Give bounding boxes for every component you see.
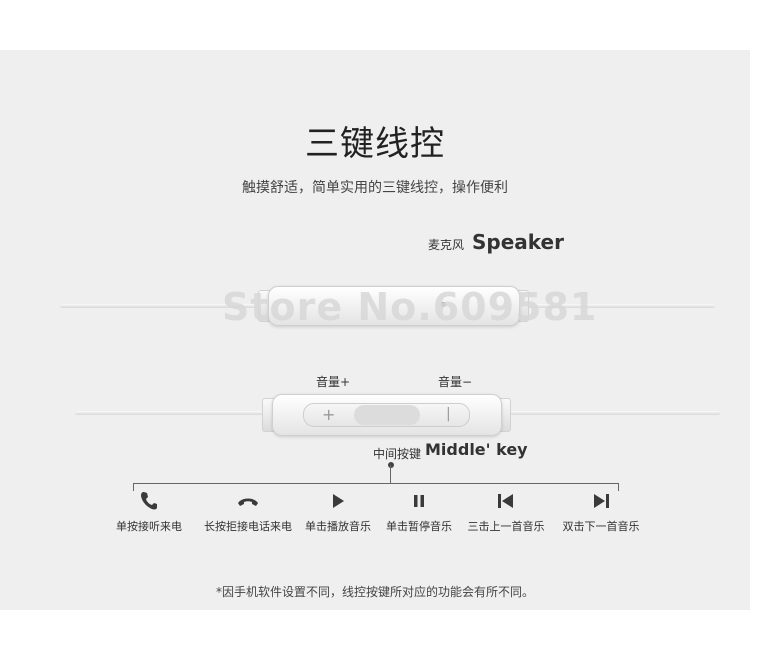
- function-label: 长按拒接电话来电: [204, 520, 292, 533]
- volume-up-button[interactable]: +: [322, 405, 335, 424]
- hang-up-icon: [198, 491, 298, 511]
- function-label: 双击下一首音乐: [562, 520, 640, 533]
- middle-key-pointer-line: [390, 465, 391, 483]
- phone-icon: [99, 491, 199, 511]
- middle-key-label-en: Middle' key: [425, 440, 528, 459]
- page-subtitle: 触摸舒适，简单实用的三键线控，操作便利: [242, 180, 508, 196]
- function-previous-track: 三击上一首音乐: [456, 491, 556, 534]
- function-answer-call: 单按接听来电: [99, 491, 199, 534]
- middle-key-button[interactable]: [354, 405, 420, 425]
- function-reject-call: 长按拒接电话来电: [198, 491, 298, 534]
- content-panel: 三键线控 触摸舒适，简单实用的三键线控，操作便利 麦克风 Speaker Sto…: [0, 50, 750, 610]
- function-timeline: [133, 483, 619, 484]
- volume-rocker[interactable]: + |: [303, 403, 470, 427]
- middle-key-label-cn: 中间按键: [373, 447, 422, 461]
- store-watermark: Store No.609581: [222, 285, 598, 329]
- middle-key-pointer-dot: [388, 462, 394, 468]
- lower-cable-left: [75, 411, 275, 415]
- page-title: 三键线控: [305, 124, 445, 164]
- speaker-label-cn: 麦克风: [428, 238, 465, 252]
- previous-track-icon: [456, 491, 556, 511]
- pause-icon: [369, 491, 469, 511]
- timeline-end-right: [618, 483, 619, 491]
- volume-down-label: 音量−: [438, 375, 473, 389]
- footnote: *因手机软件设置不同，线控按键所对应的功能会有所不同。: [215, 585, 534, 599]
- speaker-label-en: Speaker: [472, 230, 564, 254]
- next-track-icon: [551, 491, 651, 511]
- function-label: 单击暂停音乐: [386, 520, 452, 533]
- function-label: 三击上一首音乐: [467, 520, 545, 533]
- function-label: 单按接听来电: [116, 520, 182, 533]
- function-pause: 单击暂停音乐: [369, 491, 469, 534]
- timeline-end-left: [133, 483, 134, 491]
- volume-down-button[interactable]: |: [446, 406, 451, 422]
- function-next-track: 双击下一首音乐: [551, 491, 651, 534]
- lower-cable-right: [510, 411, 720, 415]
- volume-up-label: 音量+: [316, 375, 351, 389]
